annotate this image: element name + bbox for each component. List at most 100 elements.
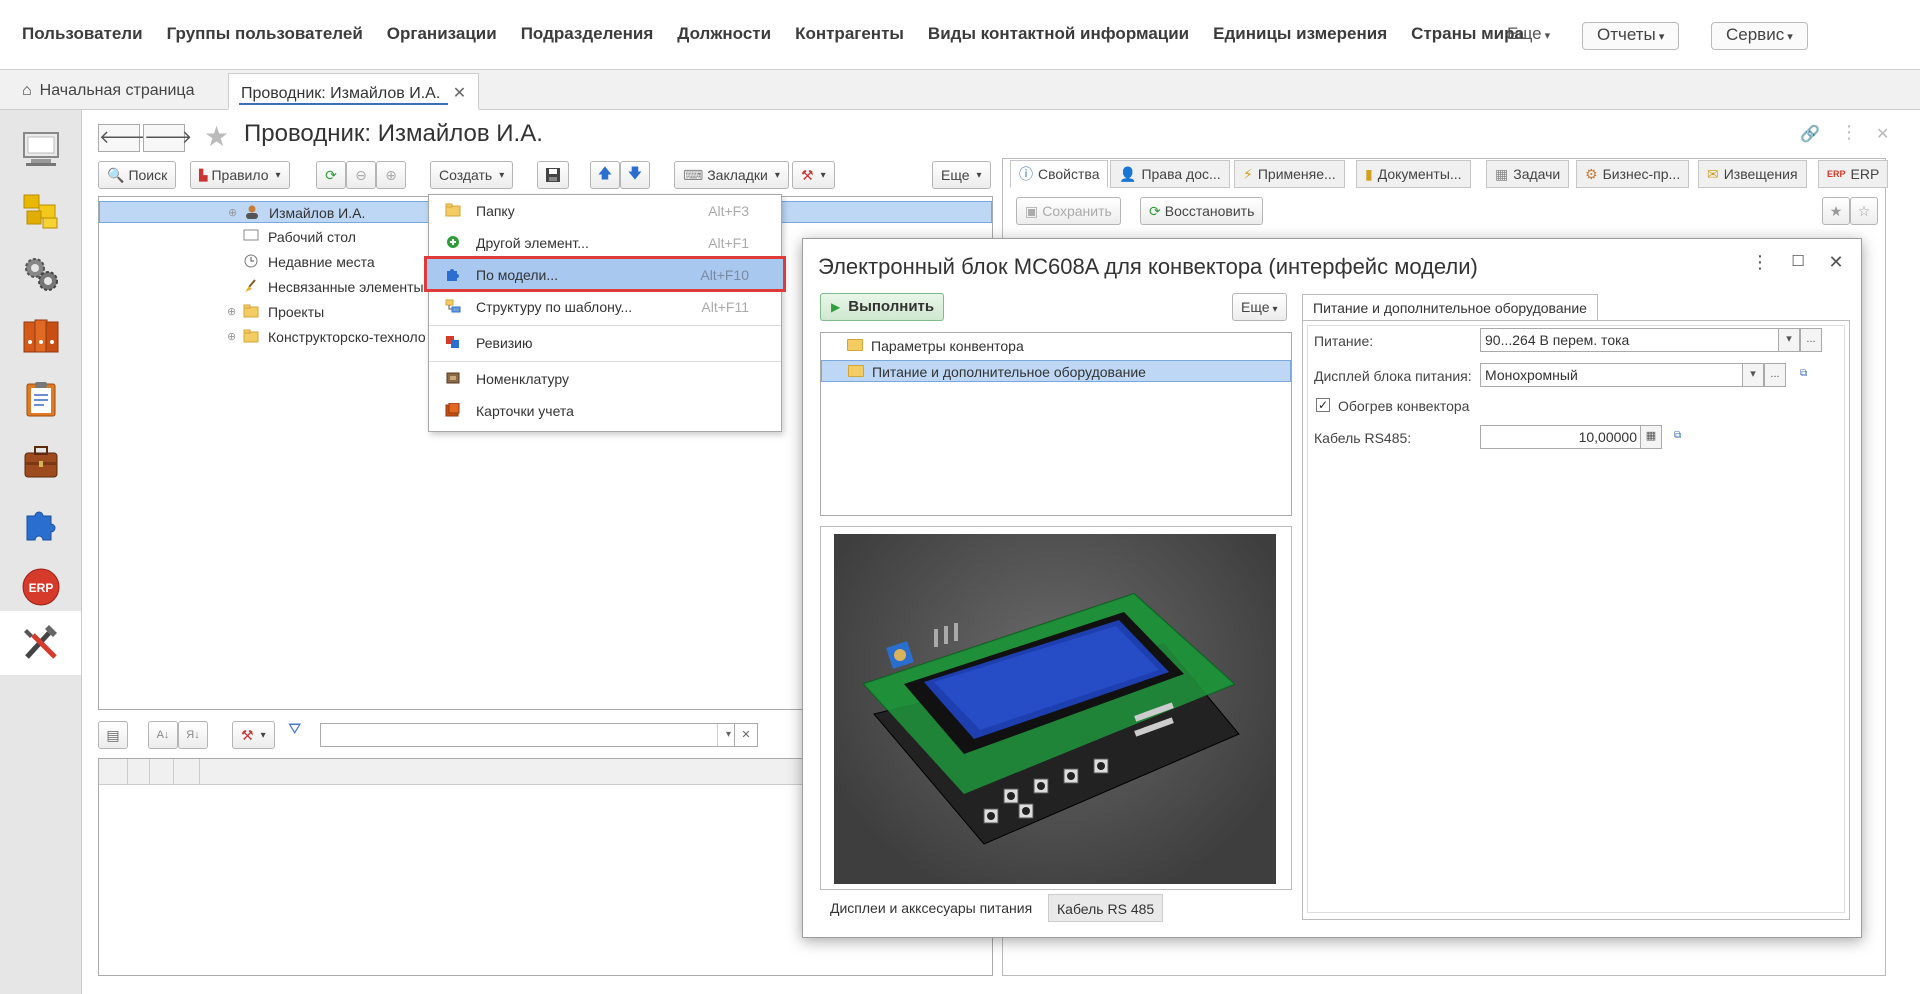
form-more-icon[interactable]: ⋮ [1840,122,1858,143]
tab-tasks[interactable]: ▦ Задачи [1486,160,1570,188]
fields-tab[interactable]: Питание и дополнительное оборудование [1302,294,1598,321]
dialog-close-icon[interactable]: ✕ [1824,252,1848,276]
dialog-more-button[interactable]: Еще [1232,293,1287,321]
panel-favorite-button[interactable]: ★ [1822,197,1850,225]
sort-asc-button[interactable]: A↓ [148,721,178,749]
cable-field[interactable]: 10,00000 [1480,425,1642,449]
menu-item-cards[interactable]: Карточки учета [429,395,781,425]
restore-button[interactable]: ⟳ Восстановить [1140,197,1264,225]
zoom-in-button[interactable]: ⊕ [376,161,406,189]
rule-button[interactable]: ▙ Правило [190,161,290,189]
sidebar-item-models[interactable] [14,497,68,551]
forward-button[interactable]: 🡒 [143,124,192,152]
display-label: Дисплей блока питания: [1314,368,1472,384]
top-menu-item[interactable]: Подразделения [521,24,654,44]
top-menu-item[interactable]: Группы пользователей [167,24,363,44]
menu-item-folder[interactable]: Папку Alt+F3 [429,195,781,225]
panel-save-button[interactable]: ▣ Сохранить [1016,197,1121,225]
menu-item-label: Другой элемент... [476,235,589,251]
display-open-icon[interactable]: ⧉ [1800,368,1812,379]
zoom-out-button[interactable]: ⊖ [346,161,376,189]
menu-item-revision[interactable]: Ревизию [429,327,781,357]
form-close-icon[interactable]: ✕ [1876,124,1889,144]
top-menu-item[interactable]: Пользователи [22,24,143,44]
menu-item-nomenclature[interactable]: Номенклатуру [429,363,781,393]
list-item-label: Параметры конвентора [871,338,1024,354]
menu-item-structure[interactable]: Структуру по шаблону... Alt+F11 [429,291,781,321]
top-menu-item[interactable]: Контрагенты [795,24,904,44]
top-menu-item[interactable]: Виды контактной информации [928,24,1189,44]
sidebar-item-projects[interactable] [14,435,68,489]
tab-business-processes[interactable]: ⚙ Бизнес-пр... [1576,160,1690,188]
display-dropdown-icon[interactable]: ▾ [1742,363,1764,387]
save-button[interactable] [537,161,569,189]
tab-notices[interactable]: ✉ Извещения [1698,160,1807,188]
tab-usage[interactable]: ⚡ Применяе... [1234,160,1345,188]
service-button[interactable]: Сервис [1711,22,1808,50]
top-menu-item[interactable]: Должности [677,24,771,44]
expand-icon[interactable]: ⊕ [228,206,237,219]
tab-access-rights[interactable]: 👤 Права дос... [1110,160,1230,188]
expand-icon[interactable]: ⊕ [227,305,236,318]
create-button[interactable]: Создать [430,161,514,189]
power-field[interactable]: 90...264 В перем. тока [1480,328,1780,352]
refresh-button[interactable]: ⟳ [316,161,346,189]
tools-icon [23,625,57,659]
top-menu-more[interactable]: Еще [1507,24,1550,44]
tab-cable-rs485[interactable]: Кабель RS 485 [1048,894,1164,922]
tools-menu-button[interactable]: ⚒ [792,161,835,189]
display-field[interactable]: Монохромный [1480,363,1744,387]
dialog-more-icon[interactable]: ⋮ [1748,252,1772,276]
tab-properties[interactable]: ⓘ Свойства [1010,160,1109,188]
favorite-star-icon[interactable]: ★ [204,120,229,153]
filter-clear-button[interactable]: ✕ [734,723,758,747]
heating-checkbox[interactable]: ✓ [1316,398,1330,412]
panel-unfavorite-button[interactable]: ☆ [1850,197,1878,225]
tab-displays-accessories[interactable]: Дисплеи и акксесуары питания [822,894,1040,922]
menu-item-by-model[interactable]: По модели... Alt+F10 [424,256,786,292]
cable-open-icon[interactable]: ⧉ [1674,430,1686,441]
run-button[interactable]: ▶ Выполнить [820,293,944,321]
bookmarks-button[interactable]: ⌨ Закладки [674,161,789,189]
dialog-maximize-icon[interactable]: ☐ [1786,252,1810,276]
menu-item-label: Карточки учета [476,403,574,419]
power-dropdown-icon[interactable]: ▾ [1778,328,1800,352]
menu-item-other[interactable]: Другой элемент... Alt+F1 [429,227,781,257]
move-up-button[interactable]: 🡅 [590,161,620,189]
sidebar-item-desktop[interactable] [14,122,68,176]
close-tab-icon[interactable]: ✕ [453,85,466,102]
sidebar-item-erp[interactable]: ERP [14,560,68,614]
tab-erp[interactable]: ERP ERP [1818,160,1889,188]
back-button[interactable]: 🡐 [98,124,147,152]
folder-icon [445,203,461,217]
link-icon[interactable]: 🔗 [1800,124,1820,144]
expand-icon[interactable]: ⊕ [227,330,236,343]
sidebar-item-documents[interactable] [14,309,68,363]
list-item[interactable]: Питание и дополнительное оборудование [821,360,1291,382]
folder-icon [243,329,259,343]
tab-home[interactable]: ⌂ Начальная страница [4,73,206,110]
tab-explorer[interactable]: Проводник: Измайлов И.А. ✕ [228,73,480,110]
task-icon: ▦ [1495,165,1509,182]
filter-input[interactable]: ▾ [320,723,740,747]
sidebar-item-settings[interactable] [14,247,68,301]
power-choose-button[interactable]: ... [1800,328,1822,352]
sidebar-item-tasks[interactable] [14,372,68,426]
sort-desc-button[interactable]: Я↓ [178,721,208,749]
panel-toggle-button[interactable]: ▤ [98,721,128,749]
search-button[interactable]: 🔍 Поиск [98,161,177,189]
move-down-button[interactable]: 🡇 [620,161,650,189]
top-menu-item[interactable]: Организации [387,24,497,44]
tab-documents[interactable]: ▮ Документы... [1356,160,1471,188]
list-item[interactable]: Параметры конвентора [821,335,1291,357]
top-menu-item[interactable]: Единицы измерения [1213,24,1387,44]
reports-button[interactable]: Отчеты [1582,22,1680,50]
calculator-icon[interactable]: ▦ [1640,425,1662,449]
display-choose-button[interactable]: ... [1764,363,1786,387]
filter-icon[interactable]: ⛛ [288,721,301,739]
sidebar-item-catalogs[interactable] [14,184,68,238]
tree-row-label: Рабочий стол [268,229,356,245]
bottom-tools-button[interactable]: ⚒ [232,721,275,749]
sidebar-item-admin[interactable] [0,611,81,675]
form-more-button[interactable]: Еще [932,161,991,189]
